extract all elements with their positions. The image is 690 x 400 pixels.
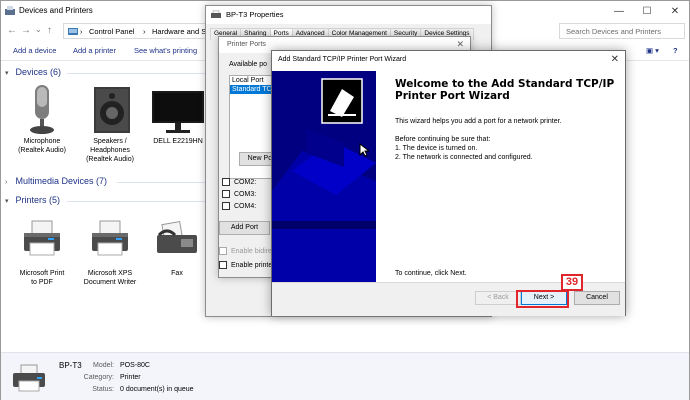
com-port-label: COM4: (234, 202, 257, 210)
back-button[interactable]: < Back (475, 291, 521, 305)
up-arrow-icon[interactable]: ↑ (47, 25, 52, 36)
device-label: DELL E2219HN (153, 138, 203, 145)
checklist-item: 2. The network is connected and configur… (395, 154, 533, 161)
close-icon[interactable]: ✕ (456, 39, 464, 50)
printer-label: Microsoft XPS Document Writer (83, 270, 137, 286)
checkbox[interactable] (222, 202, 230, 210)
dialog-title: Printer Ports (227, 41, 266, 48)
microphone-icon (18, 83, 66, 135)
group-divider (67, 201, 207, 202)
status-label: Status: (92, 386, 114, 393)
step-number-badge: 39 (561, 274, 583, 291)
group-label: Printers (5) (15, 195, 61, 205)
checkbox-label: Enable bidire (231, 247, 272, 255)
breadcrumb-separator: › (80, 27, 83, 36)
selected-printer-icon (13, 364, 45, 392)
com-port-row[interactable]: COM4: (222, 202, 256, 210)
wizard-printer-graphic (272, 78, 376, 282)
wizard-intro: This wizard helps you add a port for a n… (395, 118, 562, 125)
com-port-label: COM2: (234, 178, 257, 186)
enable-pooling-checkbox[interactable]: Enable printe (219, 261, 272, 269)
enable-bidirectional-checkbox: Enable bidire (219, 247, 272, 255)
collapse-chevron-icon: ▾ (5, 198, 9, 205)
control-panel-icon (68, 28, 78, 35)
device-monitor[interactable]: DELL E2219HN (142, 83, 214, 146)
before-continuing-label: Before continuing be sure that: (395, 136, 491, 143)
device-speakers[interactable]: Speakers / Headphones (Realtek Audio) (75, 83, 145, 164)
close-icon[interactable]: ✕ (611, 54, 619, 65)
window-title: Devices and Printers (19, 6, 93, 15)
checklist-item: 1. The device is turned on. (395, 145, 478, 152)
mouse-cursor-icon (359, 143, 369, 157)
group-multimedia[interactable]: › Multimedia Devices (7) (5, 176, 107, 186)
monitor-icon (150, 83, 206, 135)
back-arrow-icon[interactable]: ← (7, 25, 17, 36)
add-device-button[interactable]: Add a device (13, 46, 56, 55)
group-label: Devices (6) (15, 67, 62, 77)
recent-chevron-icon[interactable]: ⌄ (35, 25, 42, 34)
available-ports-label: Available po (229, 61, 268, 68)
expand-chevron-icon: › (5, 179, 8, 186)
model-label: Model: (92, 362, 114, 369)
category-label: Category: (83, 374, 114, 381)
speaker-icon (86, 83, 134, 135)
checkbox (219, 247, 227, 255)
com-port-row[interactable]: COM3: (222, 190, 256, 198)
printer-fax[interactable]: Fax (142, 215, 212, 278)
breadcrumb[interactable]: › Control Panel › Hardware and So (63, 23, 211, 39)
printer-icon (211, 10, 221, 18)
printer-label: Fax (171, 270, 183, 277)
group-devices[interactable]: ▾ Devices (6) (5, 67, 61, 77)
group-label: Multimedia Devices (7) (15, 176, 108, 186)
cancel-button[interactable]: Cancel (574, 291, 620, 305)
dialog-title: BP-T3 Properties (226, 10, 284, 19)
add-printer-button[interactable]: Add a printer (73, 46, 116, 55)
wizard-title: Add Standard TCP/IP Printer Port Wizard (278, 56, 407, 63)
printer-microsoft-xps[interactable]: Microsoft XPS Document Writer (75, 215, 145, 287)
view-options-icon[interactable]: ▣ ▾ (646, 46, 659, 55)
title-bar: Add Standard TCP/IP Printer Port Wizard … (272, 51, 625, 71)
breadcrumb-control-panel[interactable]: Control Panel (89, 27, 134, 36)
forward-arrow-icon[interactable]: → (21, 25, 31, 36)
next-button[interactable]: Next > (521, 291, 567, 305)
device-microphone[interactable]: Microphone (Realtek Audio) (7, 83, 77, 155)
group-printers[interactable]: ▾ Printers (5) (5, 195, 60, 205)
add-port-button[interactable]: Add Port (219, 221, 270, 235)
title-bar: BP-T3 Properties (206, 6, 491, 24)
search-placeholder: Search Devices and Printers (566, 27, 662, 36)
model-value: POS-80C (120, 362, 150, 369)
category-value: Printer (120, 374, 141, 381)
see-whats-printing-button[interactable]: See what's printing (134, 46, 197, 55)
wizard-sidebar-banner (272, 71, 376, 282)
group-divider (117, 182, 207, 183)
printer-microsoft-print-to-pdf[interactable]: Microsoft Print to PDF (7, 215, 77, 287)
status-value: 0 document(s) in queue (120, 386, 194, 393)
com-port-row[interactable]: COM2: (222, 178, 256, 186)
collapse-chevron-icon: ▾ (5, 70, 9, 77)
printer-icon (86, 215, 134, 267)
details-pane: BP-T3 Model: POS-80C Category: Printer S… (1, 352, 689, 400)
continue-instruction: To continue, click Next. (395, 270, 467, 277)
fax-icon (153, 215, 201, 267)
maximize-button[interactable]: ☐ (633, 1, 661, 21)
device-label: Speakers / Headphones (Realtek Audio) (86, 138, 134, 163)
minimize-button[interactable]: — (605, 1, 633, 21)
checkbox[interactable] (219, 261, 227, 269)
printer-icon (18, 215, 66, 267)
wizard-heading: Welcome to the Add Standard TCP/IP Print… (395, 78, 615, 102)
breadcrumb-hardware[interactable]: Hardware and So (152, 27, 210, 36)
group-divider (67, 73, 207, 74)
com-port-label: COM3: (234, 190, 257, 198)
checkbox[interactable] (222, 178, 230, 186)
checkbox[interactable] (222, 190, 230, 198)
help-icon[interactable]: ? (673, 46, 678, 55)
close-button[interactable]: ✕ (661, 1, 689, 21)
breadcrumb-separator: › (143, 27, 146, 36)
printer-label: Microsoft Print to PDF (19, 270, 65, 286)
checkbox-label: Enable printe (231, 261, 273, 269)
devices-printers-app-icon (5, 6, 15, 15)
search-input[interactable]: Search Devices and Printers (559, 23, 685, 39)
device-label: Microphone (Realtek Audio) (18, 138, 66, 154)
